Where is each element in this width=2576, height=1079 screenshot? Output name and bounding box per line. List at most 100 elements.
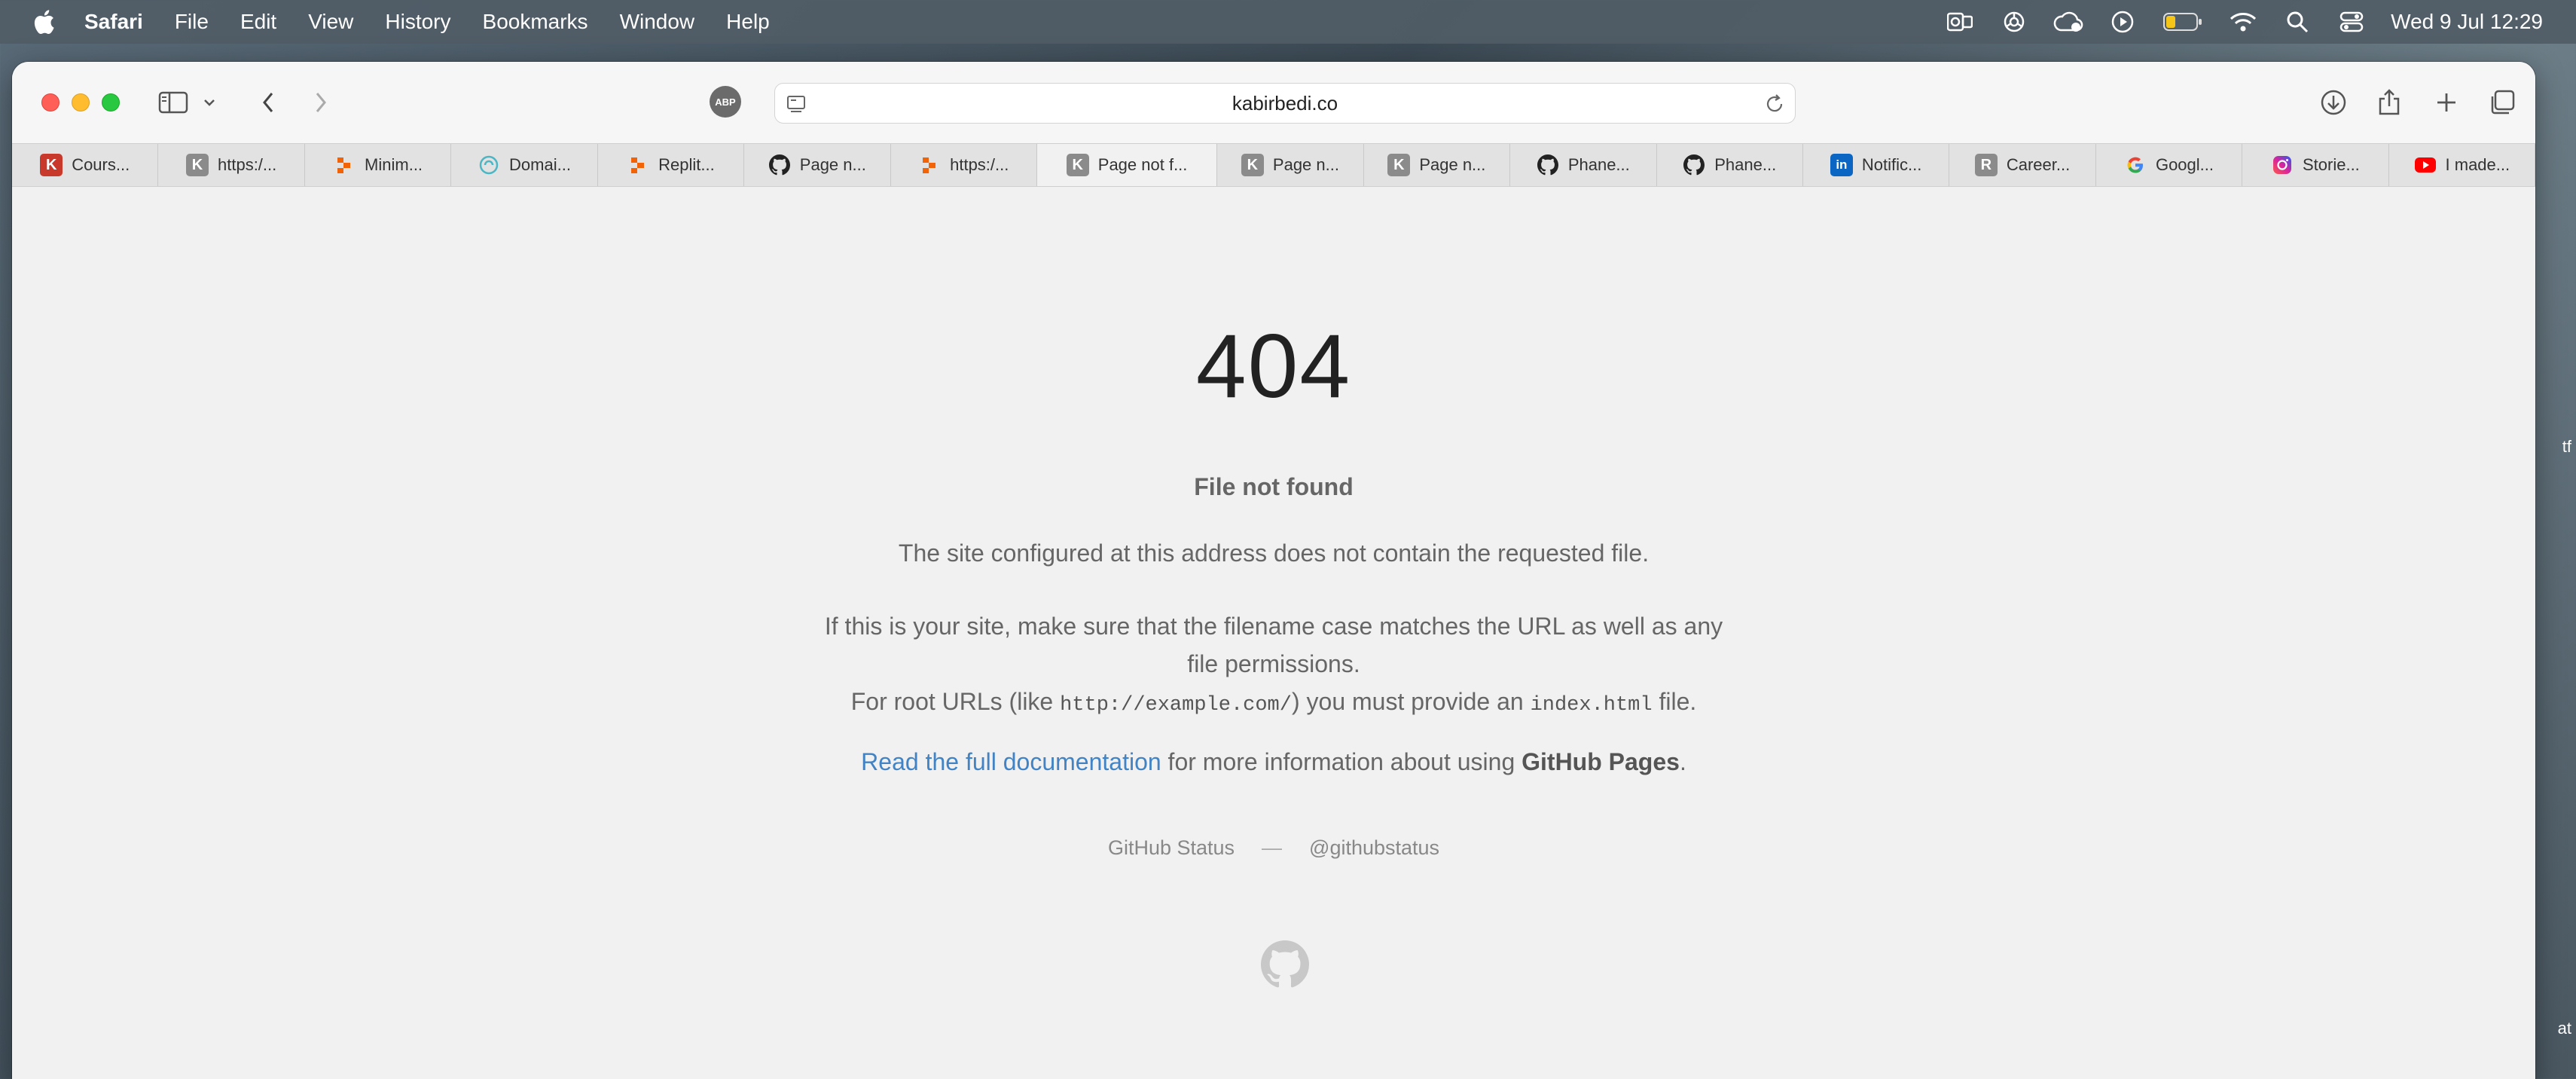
desktop-edge-text: tf [2562,437,2571,456]
menu-window[interactable]: Window [620,10,695,34]
downloads-icon[interactable] [2317,87,2350,118]
tab-label: Notific... [1861,155,1922,174]
error-code: 404 [1195,316,1352,417]
chevron-down-icon[interactable] [200,87,218,118]
address-bar-url[interactable]: kabirbedi.co [1232,92,1338,115]
creative-cloud-icon[interactable] [2053,7,2083,37]
desktop-edge-text: at [2557,1019,2571,1038]
close-window-button[interactable] [41,93,60,112]
tab-label: Storie... [2302,155,2360,174]
tab-label: Page n... [1272,155,1339,174]
tab-overview-icon[interactable] [2486,87,2519,118]
browser-tab[interactable]: K Page n... [1364,144,1511,186]
minimize-window-button[interactable] [72,93,90,112]
browser-tab[interactable]: Replit... [598,144,745,186]
github-octocat-icon[interactable] [1261,940,1309,989]
tab-label: Page not f... [1097,155,1188,174]
tab-label: Minim... [365,155,423,174]
github-pages-label: GitHub Pages [1521,748,1680,775]
footer-separator: — [1262,836,1283,859]
address-bar[interactable]: kabirbedi.co [774,83,1796,124]
browser-tab[interactable]: in Notific... [1803,144,1950,186]
example-url-code: http://example.com/ [1060,694,1292,717]
domain-favicon-icon [478,154,500,176]
githubstatus-handle-link[interactable]: @githubstatus [1309,836,1439,859]
chatgpt-icon[interactable] [1999,7,2029,37]
tab-favicon-icon: K [1066,154,1089,176]
menu-bookmarks[interactable]: Bookmarks [483,10,588,34]
menu-view[interactable]: View [308,10,353,34]
error-description: The site configured at this address does… [898,540,1650,567]
tab-favicon-icon: R [1974,154,1998,176]
tab-label: Replit... [658,155,715,174]
documentation-paragraph: Read the full documentation for more inf… [12,748,2535,776]
instagram-favicon-icon [2271,154,2294,176]
safari-toolbar: ABP kabirbedi.co [12,62,2535,143]
documentation-text: for more information about using [1161,748,1522,775]
error-instructions: If this is your site, make sure that the… [818,607,1729,724]
wifi-icon[interactable] [2228,7,2258,37]
site-settings-icon[interactable] [786,93,807,115]
tab-label: I made... [2445,155,2510,174]
browser-tab[interactable]: I made... [2389,144,2535,186]
sidebar-toggle-icon[interactable] [157,87,190,118]
browser-tab[interactable]: Minim... [305,144,452,186]
google-favicon-icon [2124,154,2147,176]
fullscreen-window-button[interactable] [102,93,120,112]
browser-tab[interactable]: Khttps:/... [158,144,305,186]
play-icon[interactable] [2107,7,2138,37]
menu-help[interactable]: Help [726,10,770,34]
browser-tab[interactable]: Page n... [744,144,891,186]
share-icon[interactable] [2373,87,2406,118]
tab-label: Domai... [509,155,571,174]
browser-tab[interactable]: Storie... [2242,144,2389,186]
reload-icon[interactable] [1763,93,1786,115]
browser-tab[interactable]: Phane... [1657,144,1803,186]
documentation-text-end: . [1679,748,1686,775]
back-button[interactable] [252,87,285,118]
tab-label: Cours... [72,155,130,174]
youtube-favicon-icon [2414,154,2437,176]
tab-label: Page n... [1419,155,1486,174]
outlook-icon[interactable] [1945,7,1975,37]
menu-edit[interactable]: Edit [240,10,276,34]
battery-icon[interactable] [2162,7,2204,37]
adblock-icon[interactable]: ABP [710,86,741,118]
browser-tab[interactable]: Googl... [2096,144,2243,186]
spotlight-search-icon[interactable] [2282,7,2312,37]
safari-window: ABP kabirbedi.co K Cours... Khttps:/... Min… [12,62,2535,1079]
replit-favicon-icon [627,154,649,176]
tab-favicon-icon: K [40,154,63,176]
instructions-text: file. [1652,688,1697,715]
menu-bar: Safari File Edit View History Bookmarks … [0,0,2576,44]
github-favicon-icon [768,154,791,176]
instructions-text: For root URLs (like [850,688,1061,715]
browser-tab[interactable]: K Cours... [12,144,159,186]
documentation-link[interactable]: Read the full documentation [861,748,1161,775]
menubar-clock[interactable]: Wed 9 Jul 12:29 [2391,10,2543,34]
instructions-text: ) you must provide an [1291,688,1531,715]
tab-label: Phane... [1567,155,1630,174]
new-tab-icon[interactable] [2430,87,2463,118]
tab-label: https:/... [950,155,1009,174]
browser-tab[interactable]: K Page not f... [1036,144,1218,186]
window-controls [41,93,132,112]
tab-label: Googl... [2155,155,2214,174]
browser-tab[interactable]: Domai... [451,144,598,186]
menu-file[interactable]: File [175,10,209,34]
browser-tab[interactable]: K Page n... [1217,144,1364,186]
menu-history[interactable]: History [385,10,450,34]
browser-tab[interactable]: Phane... [1510,144,1657,186]
page-content: 404 File not found The site configured a… [12,187,2535,1079]
index-file-code: index.html [1530,694,1653,717]
menu-safari[interactable]: Safari [84,10,143,34]
browser-tab[interactable]: https:/... [891,144,1037,186]
forward-button[interactable] [304,87,337,118]
apple-menu-icon[interactable] [29,7,59,37]
browser-tab[interactable]: R Career... [1949,144,2096,186]
tab-label: Phane... [1714,155,1777,174]
control-center-icon[interactable] [2336,7,2367,37]
tab-favicon-icon: K [1241,154,1264,176]
github-status-link[interactable]: GitHub Status [1108,836,1235,859]
tab-favicon-icon: K [186,154,209,176]
